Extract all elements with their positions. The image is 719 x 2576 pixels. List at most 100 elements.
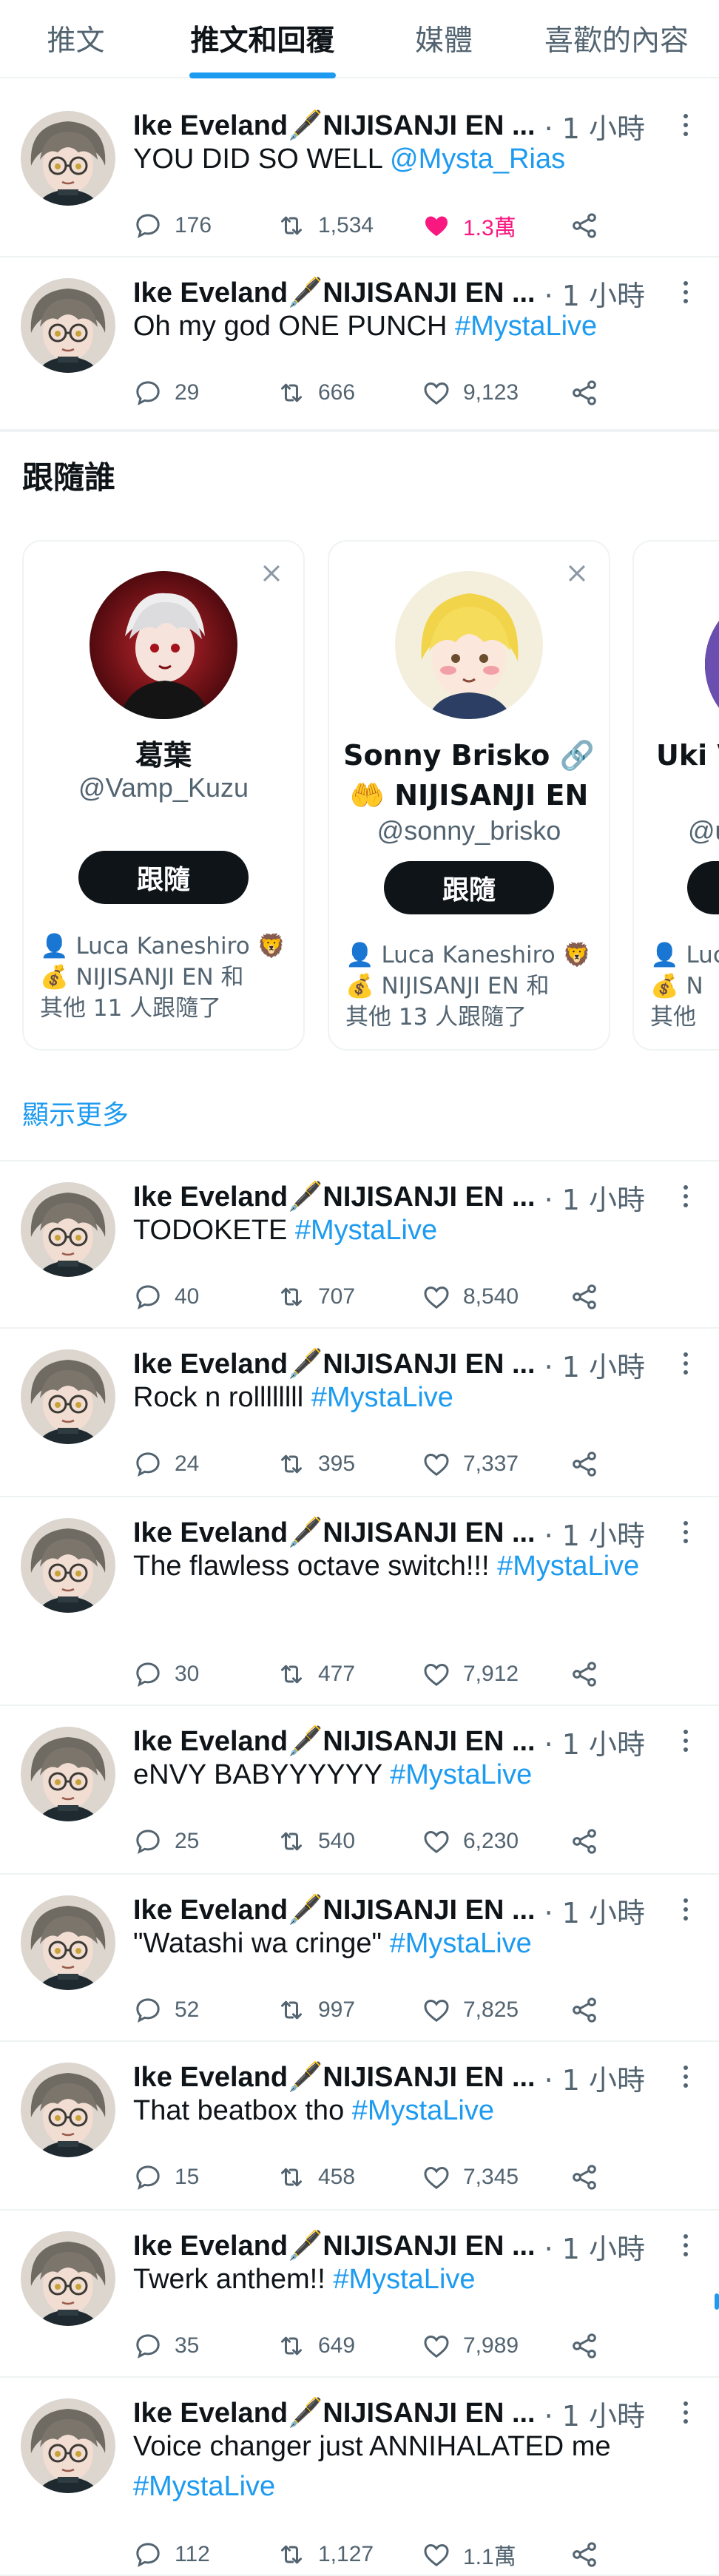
avatar[interactable] [21,1349,115,1444]
share-button[interactable] [570,2536,611,2573]
avatar[interactable] [90,571,237,719]
tweet[interactable]: Ike Eveland🖋️NIJISANJI EN ... · 1 小時 "Wa… [0,1876,719,2042]
tweet[interactable]: Ike Eveland🖋️NIJISANJI EN ... · 1 小時 YOU… [0,92,719,257]
reply-button[interactable]: 112 [133,2536,210,2573]
share-button[interactable] [570,1278,611,1315]
tweet[interactable]: Ike Eveland🖋️NIJISANJI EN ... · 1 小時 eNV… [0,1707,719,1875]
follow-card[interactable]: Sonny Brisko 🔗 🤲 NIJISANJI EN @sonny_bri… [328,540,610,1051]
avatar[interactable] [705,590,719,738]
author-name[interactable]: Ike Eveland🖋️NIJISANJI EN ... [133,1517,536,1549]
reply-button[interactable]: 40 [133,1278,199,1315]
author-name[interactable]: Ike Eveland🖋️NIJISANJI EN ... [133,2397,536,2430]
tweet[interactable]: Ike Eveland🖋️NIJISANJI EN ... · 1 小時 Tha… [0,2043,719,2211]
card-name[interactable]: Sonny Brisko 🔗 🤲 NIJISANJI EN [337,735,601,815]
tab-tweets-and-replies[interactable]: 推文和回覆 [152,0,374,78]
like-button[interactable]: 7,337 [422,1446,519,1483]
retweet-button[interactable]: 649 [277,2327,355,2364]
close-icon[interactable] [564,561,590,586]
tab-media[interactable]: 媒體 [374,0,514,77]
author-name[interactable]: Ike Eveland🖋️NIJISANJI EN ... [133,2230,536,2262]
reply-button[interactable]: 30 [133,1656,199,1693]
share-button[interactable] [570,1656,611,1693]
follow-card[interactable]: Uki V NIJ @u 👤 Luc 💰 N 其他 [632,540,719,1051]
avatar[interactable] [21,1895,115,1990]
like-button[interactable]: 8,540 [422,1278,519,1315]
tweet-tag-link[interactable]: #MystaLive [390,1928,532,1959]
show-more-link[interactable]: 顯示更多 [22,1093,129,1132]
tweet-tag-link[interactable]: #MystaLive [295,1215,437,1246]
tab-likes[interactable]: 喜歡的內容 [514,0,719,77]
avatar[interactable] [21,2063,115,2157]
like-button[interactable]: 7,912 [422,1656,519,1693]
tweet-tag-link[interactable]: #MystaLive [455,311,597,342]
tweet-tag-link[interactable]: #MystaLive [133,2471,275,2502]
reply-button[interactable]: 24 [133,1446,199,1483]
follow-button[interactable]: 跟隨 [384,861,554,914]
tweet-tag-link[interactable]: #MystaLive [390,1759,532,1790]
retweet-button[interactable]: 666 [277,374,355,411]
reply-button[interactable]: 176 [133,207,212,244]
reply-button[interactable]: 52 [133,1992,199,2029]
avatar[interactable] [21,111,115,206]
avatar[interactable] [395,571,543,719]
avatar[interactable] [21,1182,115,1277]
like-button[interactable]: 7,989 [422,2327,519,2364]
close-icon[interactable] [259,561,284,586]
retweet-button[interactable]: 395 [277,1446,355,1483]
tweet-tag-link[interactable]: #MystaLive [352,2095,494,2126]
follow-button[interactable] [687,861,719,914]
tweet-tag-link[interactable]: #MystaLive [333,2264,475,2295]
avatar[interactable] [21,1518,115,1613]
retweet-button[interactable]: 477 [277,1656,355,1693]
reply-button[interactable]: 35 [133,2327,199,2364]
author-name[interactable]: Ike Eveland🖋️NIJISANJI EN ... [133,109,536,142]
reply-button[interactable]: 29 [133,374,199,411]
retweet-button[interactable]: 540 [277,1823,355,1860]
follow-button[interactable]: 跟隨 [78,851,249,904]
avatar[interactable] [21,1727,115,1821]
author-name[interactable]: Ike Eveland🖋️NIJISANJI EN ... [133,2061,536,2094]
tweet-tag-link[interactable]: #MystaLive [497,1551,639,1582]
author-name[interactable]: Ike Eveland🖋️NIJISANJI EN ... [133,277,536,309]
tweet-tag-link[interactable]: @Mysta_Rias [390,144,565,175]
tab-tweets[interactable]: 推文 [0,0,152,77]
like-button[interactable]: 6,230 [422,1823,519,1860]
follow-card[interactable]: 葛葉 @Vamp_Kuzu 跟隨 👤 Luca Kaneshiro 🦁 💰 NI… [22,540,305,1051]
author-name[interactable]: Ike Eveland🖋️NIJISANJI EN ... [133,1348,536,1380]
reply-button[interactable]: 15 [133,2159,199,2196]
share-button[interactable] [570,2327,611,2364]
like-button[interactable]: 1.1萬 [422,2536,516,2573]
avatar[interactable] [21,2231,115,2326]
tweet[interactable]: Ike Eveland🖋️NIJISANJI EN ... · 1 小時 Oh … [0,259,719,431]
retweet-button[interactable]: 1,534 [277,207,374,244]
share-button[interactable] [570,1446,611,1483]
card-name[interactable]: 葛葉 [31,735,296,775]
author-name[interactable]: Ike Eveland🖋️NIJISANJI EN ... [133,1725,536,1758]
author-name[interactable]: Ike Eveland🖋️NIJISANJI EN ... [133,1181,536,1213]
tweet[interactable]: Ike Eveland🖋️NIJISANJI EN ... · 1 小時 Roc… [0,1330,719,1497]
avatar[interactable] [21,2398,115,2493]
share-button[interactable] [570,2159,611,2196]
retweet-button[interactable]: 707 [277,1278,355,1315]
tweet[interactable]: Ike Eveland🖋️NIJISANJI EN ... · 1 小時 The… [0,1499,719,1706]
retweet-button[interactable]: 1,127 [277,2536,374,2573]
like-button[interactable]: 1.3萬 [422,207,516,244]
share-button[interactable] [570,374,611,411]
like-button[interactable]: 7,345 [422,2159,519,2196]
card-name[interactable]: Uki V NIJ [656,735,719,775]
avatar[interactable] [21,278,115,373]
tweet[interactable]: Ike Eveland🖋️NIJISANJI EN ... · 1 小時 Voi… [0,2379,719,2576]
like-button[interactable]: 9,123 [422,374,519,411]
tweet-tag-link[interactable]: #MystaLive [311,1382,453,1413]
scroll-indicator[interactable] [715,2293,719,2310]
share-button[interactable] [570,1823,611,1860]
share-button[interactable] [570,207,611,244]
reply-button[interactable]: 25 [133,1823,199,1860]
tweet[interactable]: Ike Eveland🖋️NIJISANJI EN ... · 1 小時 Twe… [0,2212,719,2378]
author-name[interactable]: Ike Eveland🖋️NIJISANJI EN ... [133,1894,536,1926]
retweet-button[interactable]: 997 [277,1992,355,2029]
share-button[interactable] [570,1992,611,2029]
tweet[interactable]: Ike Eveland🖋️NIJISANJI EN ... · 1 小時 TOD… [0,1163,719,1329]
like-button[interactable]: 7,825 [422,1992,519,2029]
retweet-button[interactable]: 458 [277,2159,355,2196]
